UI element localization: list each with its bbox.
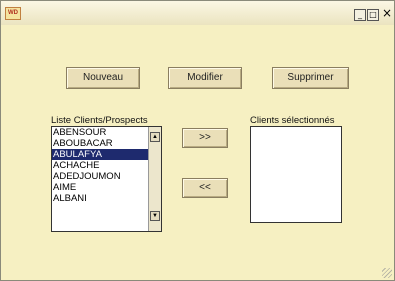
resize-grip-icon[interactable] <box>382 268 392 278</box>
list-item[interactable]: AIME <box>52 182 161 193</box>
close-button[interactable]: × <box>382 7 392 19</box>
list-item[interactable]: ADEDJOUMON <box>52 171 161 182</box>
app-icon: WD <box>5 7 21 20</box>
list-item[interactable]: ABENSOUR <box>52 127 161 138</box>
title-bar[interactable]: WD _ □ × <box>1 1 394 25</box>
list-item[interactable]: ACHACHE <box>52 160 161 171</box>
list-item[interactable]: ABOUBACAR <box>52 138 161 149</box>
selected-list-label: Clients sélectionnés <box>250 115 335 126</box>
list-item[interactable]: ALBANI <box>52 193 161 204</box>
new-button[interactable]: Nouveau <box>66 67 140 89</box>
clients-listbox[interactable]: ABENSOUR ABOUBACAR ABULAFYA ACHACHE ADEDJOUM… <box>51 126 162 232</box>
scroll-up-icon[interactable]: ▲ <box>150 132 160 142</box>
scroll-down-icon[interactable]: ▼ <box>150 211 160 221</box>
clients-list-items: ABENSOUR ABOUBACAR ABULAFYA ACHACHE ADEDJOUM… <box>52 127 161 204</box>
remove-selected-button[interactable]: << <box>182 178 228 198</box>
add-selected-button[interactable]: >> <box>182 128 228 148</box>
delete-button[interactable]: Supprimer <box>272 67 349 89</box>
list-item[interactable]: ABULAFYA <box>52 149 161 160</box>
minimize-button[interactable]: _ <box>354 9 366 21</box>
selected-clients-listbox[interactable] <box>250 126 342 223</box>
clients-scrollbar[interactable]: ▲ ▼ <box>148 127 161 231</box>
maximize-button[interactable]: □ <box>367 9 379 21</box>
app-window: WD _ □ × Nouveau Modifier Supprimer List… <box>0 0 395 281</box>
modify-button[interactable]: Modifier <box>168 67 242 89</box>
clients-list-label: Liste Clients/Prospects <box>51 115 148 126</box>
